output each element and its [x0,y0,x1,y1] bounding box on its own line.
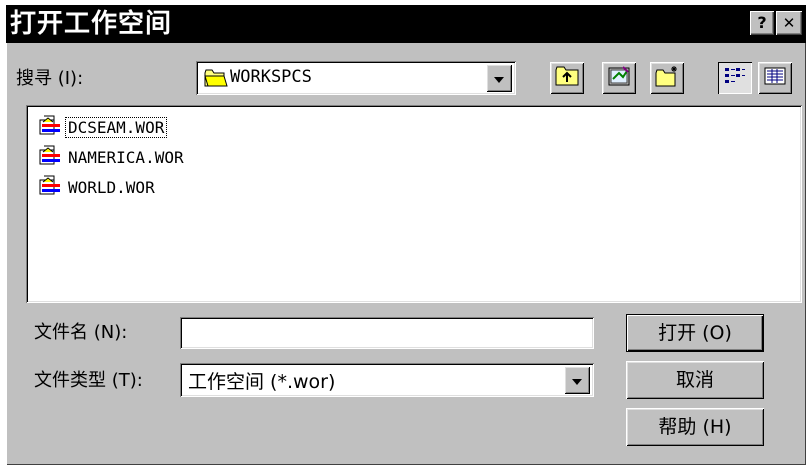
question-icon: ? [757,13,767,32]
list-view-button[interactable] [718,62,752,94]
close-icon: ✕ [782,14,796,32]
workspace-file-icon [38,114,62,140]
list-view-icon [724,67,746,89]
desktop-button[interactable] [602,62,636,94]
file-type-combo[interactable]: 工作空间 (*.wor) [180,363,594,397]
look-in-value: WORKSPCS [230,67,312,87]
file-list[interactable]: DCSEAM.WOR NAMERICA.WOR WORLD.WOR [26,105,802,303]
file-type-label: 文件类型 (T): [34,370,143,391]
chevron-down-icon [571,371,583,390]
up-one-level-button[interactable] [550,62,584,94]
file-name: DCSEAM.WOR [64,116,168,138]
look-in-label: 搜寻 (I): [16,68,84,89]
file-name: WORLD.WOR [68,177,155,197]
create-new-folder-button[interactable] [650,62,684,94]
file-type-dropdown-button[interactable] [564,366,590,394]
help-dialog-button[interactable]: 帮助 (H) [626,408,764,446]
list-item[interactable]: DCSEAM.WOR [38,113,168,141]
new-folder-icon [655,65,679,91]
workspace-file-icon [38,174,62,200]
list-item[interactable]: NAMERICA.WOR [38,143,186,171]
details-view-icon [764,67,786,89]
cancel-button[interactable]: 取消 [626,361,764,399]
look-in-dropdown-button[interactable] [486,64,512,92]
folder-icon [204,69,228,91]
desktop-icon [607,65,631,91]
file-name-field[interactable] [180,317,594,349]
look-in-combo[interactable]: WORKSPCS [196,61,516,95]
file-name: NAMERICA.WOR [68,147,184,167]
file-type-value: 工作空间 (*.wor) [188,371,336,393]
open-button[interactable]: 打开 (O) [626,314,764,352]
dialog-title: 打开工作空间 [10,9,173,39]
close-button[interactable]: ✕ [776,11,802,35]
workspace-file-icon [38,144,62,170]
title-bar[interactable]: 打开工作空间 ? ✕ [6,5,806,43]
chevron-down-icon [493,69,505,88]
help-button[interactable]: ? [750,11,774,35]
file-name-label: 文件名 (N): [34,322,128,343]
list-item[interactable]: WORLD.WOR [38,173,157,201]
details-view-button[interactable] [758,62,792,94]
up-folder-icon [555,66,579,90]
open-workspace-dialog: 打开工作空间 ? ✕ 搜寻 (I): WORKSPCS DCSEAM.WOR N… [6,5,806,465]
